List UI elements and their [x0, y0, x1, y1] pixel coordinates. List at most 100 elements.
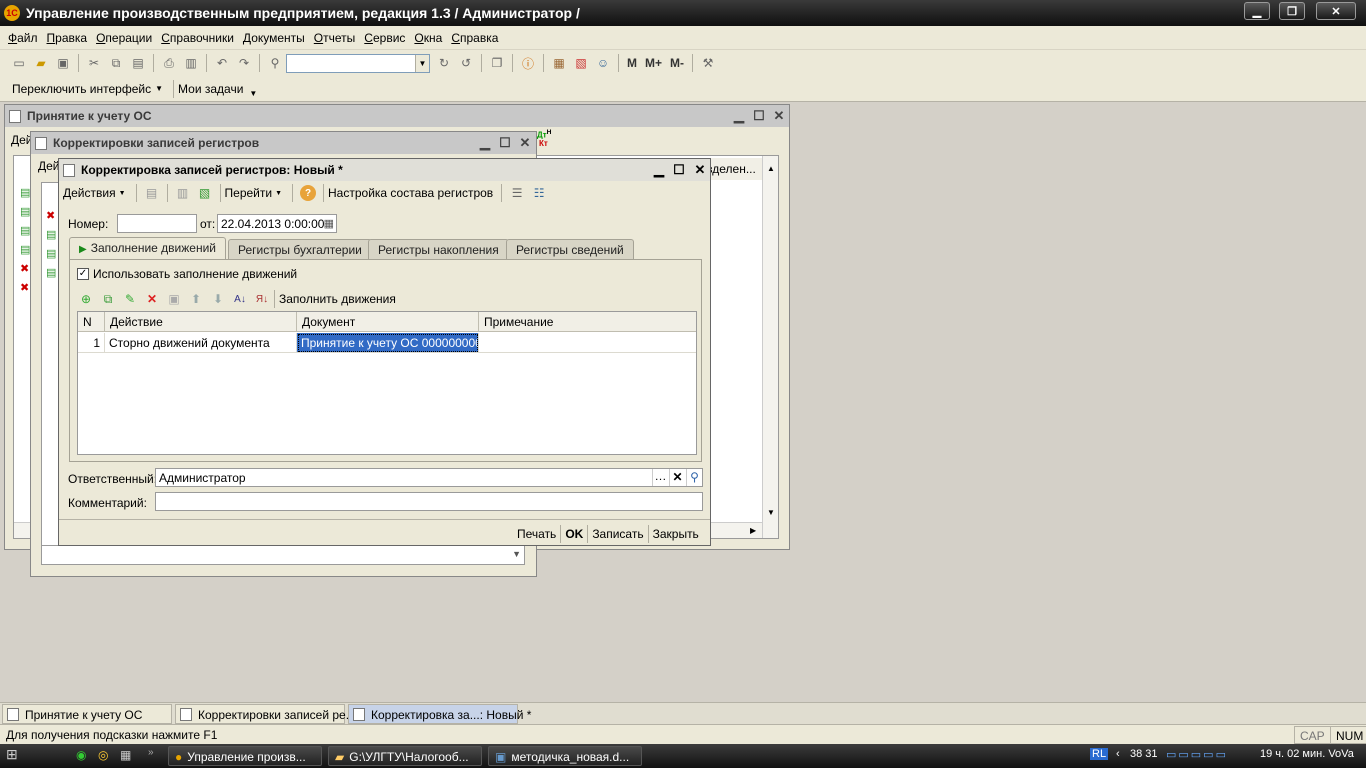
- chevron-down-icon[interactable]: ▼: [275, 190, 282, 197]
- maximize-icon[interactable]: ☐: [497, 135, 513, 151]
- clear-icon[interactable]: ✕: [669, 469, 685, 486]
- users-icon[interactable]: ☺: [595, 55, 611, 71]
- fill-movements-button[interactable]: Заполнить движения: [279, 292, 396, 306]
- tray-icons[interactable]: ▭▭▭▭▭: [1166, 748, 1228, 761]
- start-button[interactable]: ⊞: [6, 746, 64, 766]
- structure-icon[interactable]: ▥: [175, 185, 191, 201]
- column-header-n[interactable]: N: [78, 312, 105, 332]
- delete-icon[interactable]: ✕: [144, 291, 160, 307]
- chevron-down-icon[interactable]: ▼: [512, 549, 521, 559]
- date-input[interactable]: 22.04.2013 0:00:00 ▦: [217, 214, 337, 233]
- explorer-icon[interactable]: ▦: [120, 748, 131, 762]
- close-icon[interactable]: ✕: [692, 162, 708, 178]
- scroll-up-icon[interactable]: ▲: [767, 164, 775, 173]
- info-icon[interactable]: ⓘ: [520, 55, 536, 71]
- copy-icon[interactable]: ⧉: [108, 55, 124, 71]
- scroll-down-icon[interactable]: ▼: [767, 508, 775, 517]
- table-cell-n[interactable]: 1: [78, 333, 105, 353]
- table-cell-action[interactable]: Сторно движений документа: [105, 333, 297, 353]
- save-button[interactable]: Записать: [592, 527, 643, 541]
- menu-edit[interactable]: Правка: [47, 31, 88, 45]
- minimize-icon[interactable]: ▁: [651, 162, 667, 178]
- based-on-icon[interactable]: ▧: [197, 185, 213, 201]
- column-header-note[interactable]: Примечание: [479, 312, 696, 332]
- calendar-icon[interactable]: ▧: [573, 55, 589, 71]
- chevron-down-icon[interactable]: ▼: [119, 190, 126, 197]
- maximize-icon[interactable]: ☐: [671, 162, 687, 178]
- bottom-combo[interactable]: ▼: [41, 545, 525, 565]
- chevron-down-icon[interactable]: ▼: [155, 84, 163, 93]
- calendar-icon[interactable]: ▦: [324, 217, 334, 230]
- move-down-icon[interactable]: ⬇: [210, 291, 226, 307]
- print-button[interactable]: Печать: [517, 527, 556, 541]
- save-icon[interactable]: ▣: [55, 55, 71, 71]
- memory-m-button[interactable]: M: [627, 56, 637, 70]
- find-next-icon[interactable]: ↻: [436, 55, 452, 71]
- taskbar-item-word[interactable]: ▣ методичка_новая.d...: [488, 746, 642, 766]
- my-tasks-button[interactable]: Мои задачи: [178, 82, 243, 96]
- window-tab-correction-new[interactable]: Корректировка за...: Новый *: [348, 704, 531, 724]
- table-cell-document-selected[interactable]: Принятие к учету ОС 000000000...: [297, 333, 479, 353]
- chevron-down-icon[interactable]: ▼: [415, 54, 429, 72]
- move-up-icon[interactable]: ⬆: [188, 291, 204, 307]
- scroll-right-icon[interactable]: ▶: [750, 526, 756, 535]
- taskbar-item-1c[interactable]: ● Управление произв...: [168, 746, 322, 766]
- open-icon[interactable]: ⚲: [686, 469, 702, 486]
- find-prev-icon[interactable]: ↺: [458, 55, 474, 71]
- number-input[interactable]: [117, 214, 197, 233]
- utorrent-icon[interactable]: ◉: [76, 748, 86, 762]
- open-folder-icon[interactable]: ▰: [33, 55, 49, 71]
- actions-partial[interactable]: Дей: [38, 159, 60, 173]
- print-preview-icon[interactable]: ▥: [183, 55, 199, 71]
- select-ellipsis-button[interactable]: …: [652, 469, 668, 486]
- memory-minus-button[interactable]: M-: [670, 56, 684, 70]
- goto-menu-button[interactable]: Перейти: [225, 186, 273, 200]
- window-tab-fixed-assets[interactable]: Принятие к учету ОС: [2, 704, 172, 724]
- minimize-icon[interactable]: ▁: [731, 108, 747, 124]
- close-icon[interactable]: ✕: [771, 108, 787, 124]
- switch-interface-button[interactable]: Переключить интерфейс: [12, 82, 151, 96]
- tab-accounting-registers[interactable]: Регистры бухгалтерии: [228, 239, 372, 260]
- taskbar-item-explorer[interactable]: ▰ G:\УЛГТУ\Налогооб...: [328, 746, 482, 766]
- column-header-document[interactable]: Документ: [297, 312, 479, 332]
- list-view-icon[interactable]: ☰: [509, 185, 525, 201]
- cut-icon[interactable]: ✂: [86, 55, 102, 71]
- comment-input[interactable]: [155, 492, 703, 511]
- redo-icon[interactable]: ↷: [236, 55, 252, 71]
- use-fill-checkbox[interactable]: ✓: [77, 268, 89, 280]
- search-icon[interactable]: ⚲: [267, 55, 283, 71]
- menu-operations[interactable]: Операции: [96, 31, 152, 45]
- menu-documents[interactable]: Документы: [243, 31, 305, 45]
- register-setup-button[interactable]: Настройка состава регистров: [328, 186, 493, 200]
- tools-icon[interactable]: ⚒: [700, 55, 716, 71]
- end-edit-icon[interactable]: ▣: [166, 291, 182, 307]
- post-icon[interactable]: ▤: [144, 185, 160, 201]
- movements-table[interactable]: N Действие Документ Примечание 1 Сторно …: [77, 311, 697, 455]
- language-indicator[interactable]: RL: [1090, 748, 1109, 760]
- tab-information-registers[interactable]: Регистры сведений: [506, 239, 634, 260]
- menu-windows[interactable]: Окна: [414, 31, 442, 45]
- tree-view-icon[interactable]: ☷: [531, 185, 547, 201]
- close-button[interactable]: ✕: [1316, 2, 1356, 20]
- responsible-input[interactable]: Администратор … ✕ ⚲: [155, 468, 703, 487]
- close-icon[interactable]: ✕: [517, 135, 533, 151]
- menu-file[interactable]: Файл: [8, 31, 38, 45]
- menu-references[interactable]: Справочники: [161, 31, 234, 45]
- new-document-icon[interactable]: ▭: [11, 55, 27, 71]
- column-header-action[interactable]: Действие: [105, 312, 297, 332]
- add-icon[interactable]: ⊕: [78, 291, 94, 307]
- column-header-division[interactable]: зделен...: [704, 158, 762, 180]
- sort-desc-icon[interactable]: Я↓: [254, 291, 270, 307]
- menu-reports[interactable]: Отчеты: [314, 31, 356, 45]
- help-icon[interactable]: ?: [300, 185, 317, 201]
- maximize-button[interactable]: ❐: [1279, 2, 1305, 20]
- windows-icon[interactable]: ❐: [489, 55, 505, 71]
- undo-icon[interactable]: ↶: [214, 55, 230, 71]
- menu-service[interactable]: Сервис: [364, 31, 405, 45]
- memory-plus-button[interactable]: M+: [645, 56, 662, 70]
- chevron-left-icon[interactable]: ‹: [1116, 748, 1120, 760]
- paste-icon[interactable]: ▤: [130, 55, 146, 71]
- search-combo[interactable]: ▼: [286, 53, 430, 73]
- menu-help[interactable]: Справка: [451, 31, 498, 45]
- close-form-button[interactable]: Закрыть: [653, 527, 699, 541]
